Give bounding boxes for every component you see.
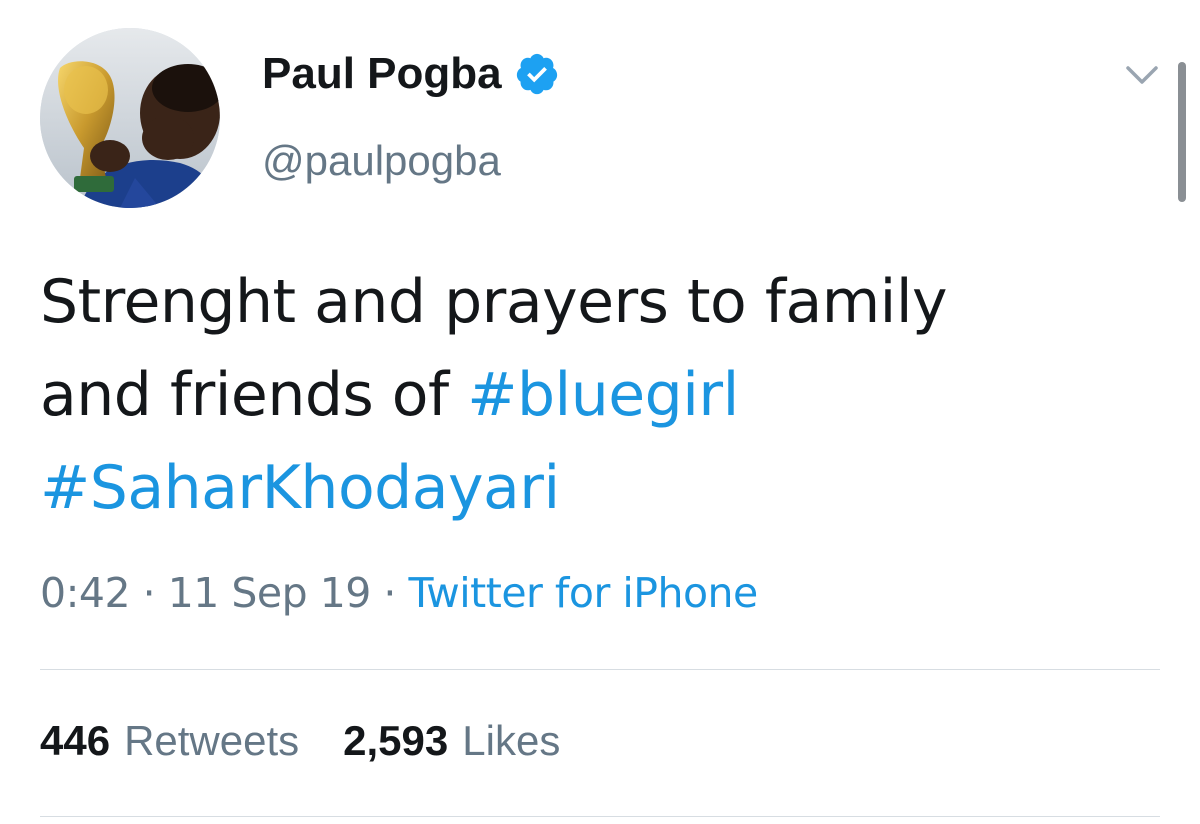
tweet-text-line-1: Strenght and prayers to family (40, 267, 948, 337)
scrollbar[interactable] (1178, 62, 1186, 202)
retweets-label: Retweets (124, 717, 300, 764)
avatar[interactable] (40, 28, 220, 208)
retweets-count: 446 (40, 717, 111, 764)
divider (40, 669, 1160, 670)
tweet-time[interactable]: 0:42 (40, 569, 131, 617)
divider (40, 816, 1160, 817)
user-handle[interactable]: @paulpogba (262, 134, 501, 188)
tweet-text: Strenght and prayers to family and frien… (40, 256, 1120, 535)
tweet-text-line-2: and friends of (40, 360, 468, 430)
display-name[interactable]: Paul Pogba (262, 46, 560, 102)
avatar-photo (40, 28, 220, 208)
likes-label: Likes (462, 717, 561, 764)
tweet-stats: 446 Retweets 2,593 Likes (40, 714, 604, 768)
meta-separator: · (370, 569, 409, 617)
retweets-stat[interactable]: 446 Retweets (40, 714, 299, 768)
tweet-meta: 0:42 · 11 Sep 19 · Twitter for iPhone (40, 566, 758, 620)
display-name-text[interactable]: Paul Pogba (262, 46, 502, 102)
tweet-date[interactable]: 11 Sep 19 (168, 569, 372, 617)
likes-stat[interactable]: 2,593 Likes (343, 714, 560, 768)
verified-badge-icon (514, 51, 560, 97)
hashtag-link-saharkhodayari[interactable]: #SaharKhodayari (40, 453, 560, 523)
tweet-options-button[interactable] (1120, 58, 1164, 94)
meta-separator: · (130, 569, 168, 617)
hashtag-link-bluegirl[interactable]: #bluegirl (467, 360, 739, 430)
tweet-source-link[interactable]: Twitter for iPhone (408, 569, 758, 617)
likes-count: 2,593 (343, 717, 449, 764)
chevron-down-icon (1126, 66, 1158, 84)
